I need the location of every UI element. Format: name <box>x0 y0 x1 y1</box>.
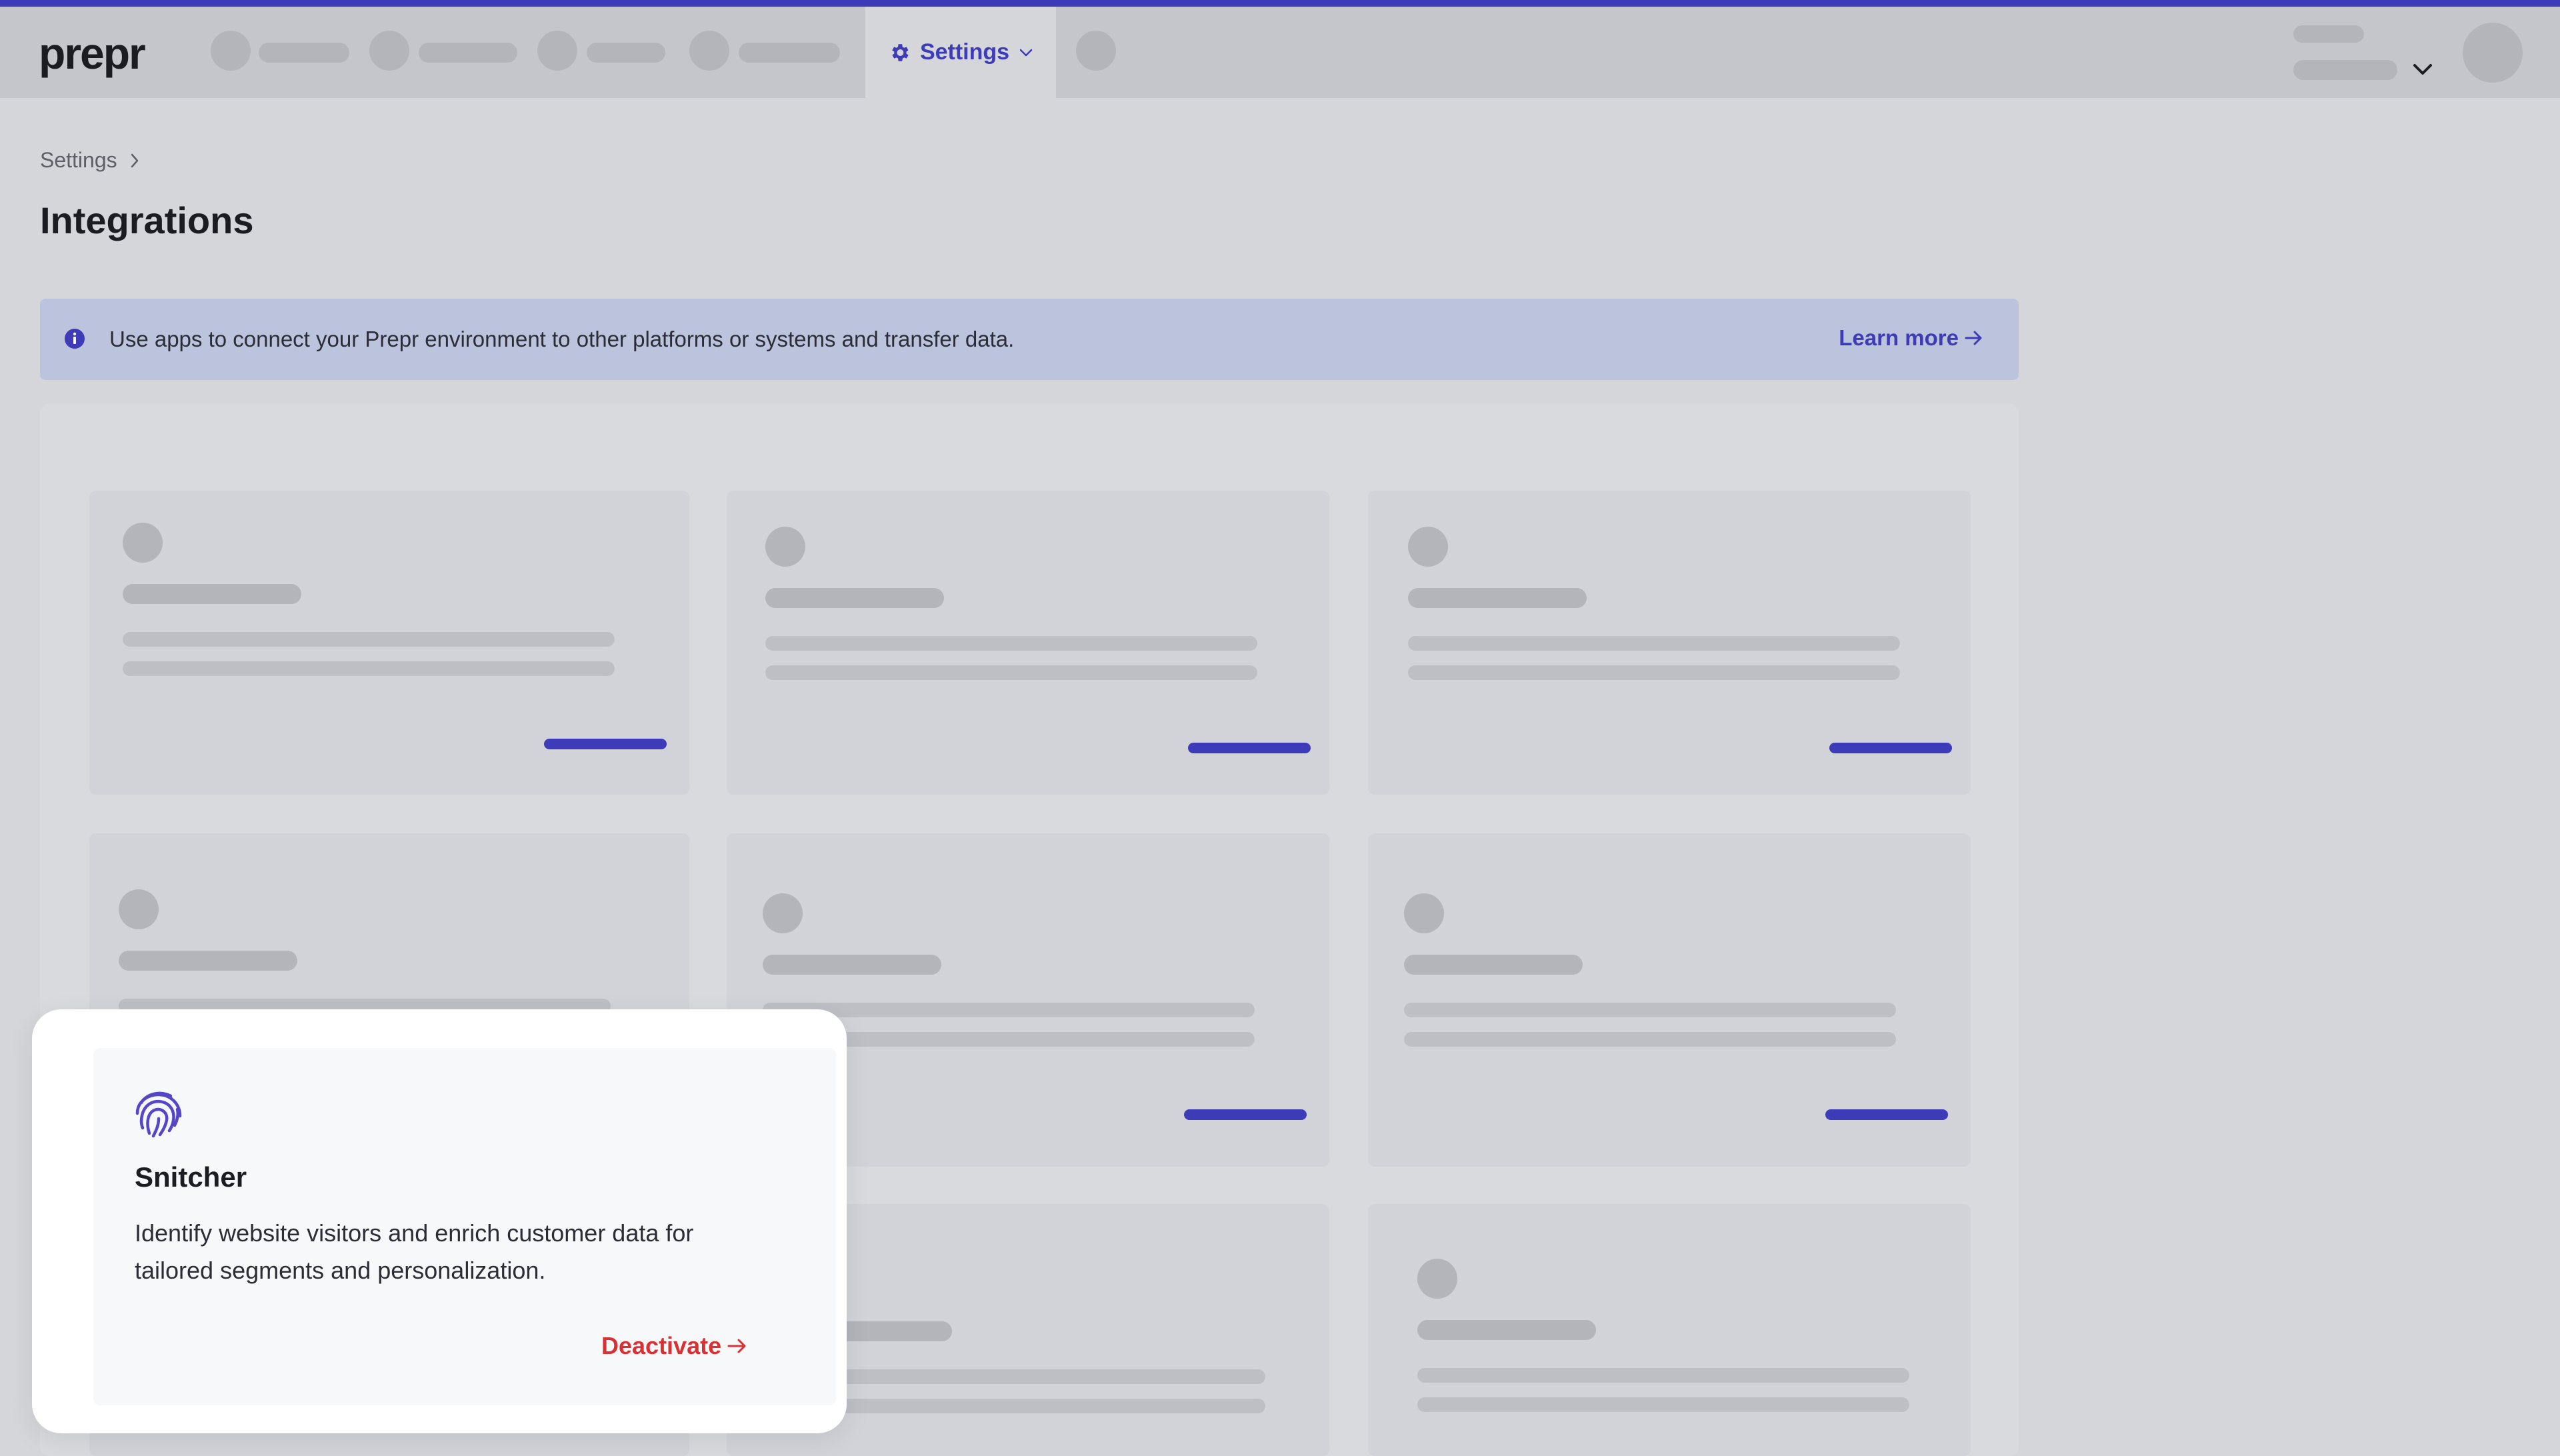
integration-card-skeleton <box>727 491 1329 795</box>
integration-card-skeleton <box>1368 1204 1971 1456</box>
nav-item-skeleton-label <box>587 43 665 63</box>
app-name: Snitcher <box>135 1161 247 1193</box>
arrow-right-icon <box>727 1339 746 1353</box>
breadcrumb-item-settings[interactable]: Settings <box>40 148 117 173</box>
info-text: Use apps to connect your Prepr environme… <box>109 327 1015 351</box>
prepr-logo[interactable]: prepr <box>39 28 146 79</box>
nav-item-skeleton-icon <box>369 31 409 71</box>
nav-item-skeleton-label <box>739 43 840 63</box>
deactivate-label: Deactivate <box>601 1332 722 1359</box>
chevron-right-icon <box>131 153 138 167</box>
gear-icon <box>892 43 909 61</box>
learn-more-link[interactable]: Learn more <box>1839 325 1984 351</box>
tab-settings-label: Settings <box>919 39 1010 65</box>
nav-item-skeleton-icon <box>537 31 577 71</box>
nav-item-skeleton-label <box>419 43 517 63</box>
user-skeleton-name <box>2293 25 2364 43</box>
nav-item-skeleton-label <box>259 43 349 63</box>
tab-settings[interactable]: Settings <box>865 7 1056 98</box>
deactivate-button[interactable]: Deactivate <box>601 1332 748 1360</box>
top-accent-bar <box>0 0 2560 7</box>
chevron-down-icon[interactable] <box>2412 63 2433 76</box>
nav-item-skeleton-icon <box>211 31 251 71</box>
nav-item-skeleton-icon <box>1076 31 1116 71</box>
info-icon <box>65 329 85 349</box>
fingerprint-icon <box>135 1091 182 1138</box>
info-banner: Use apps to connect your Prepr environme… <box>40 299 2019 380</box>
page-title: Integrations <box>40 199 254 241</box>
nav-item-skeleton-icon <box>689 31 729 71</box>
user-skeleton-role <box>2293 60 2397 80</box>
top-navigation: prepr <box>0 7 2560 98</box>
chevron-down-icon <box>1019 49 1033 56</box>
app-description: Identify website visitors and enrich cus… <box>135 1219 694 1284</box>
user-avatar[interactable] <box>2463 23 2523 83</box>
integration-card-skeleton <box>1368 491 1971 795</box>
arrow-right-icon <box>1965 331 1982 345</box>
integration-card-skeleton <box>89 491 689 795</box>
integration-card-skeleton <box>1368 833 1971 1167</box>
breadcrumb: Settings <box>40 148 140 173</box>
learn-more-label: Learn more <box>1839 325 1959 350</box>
